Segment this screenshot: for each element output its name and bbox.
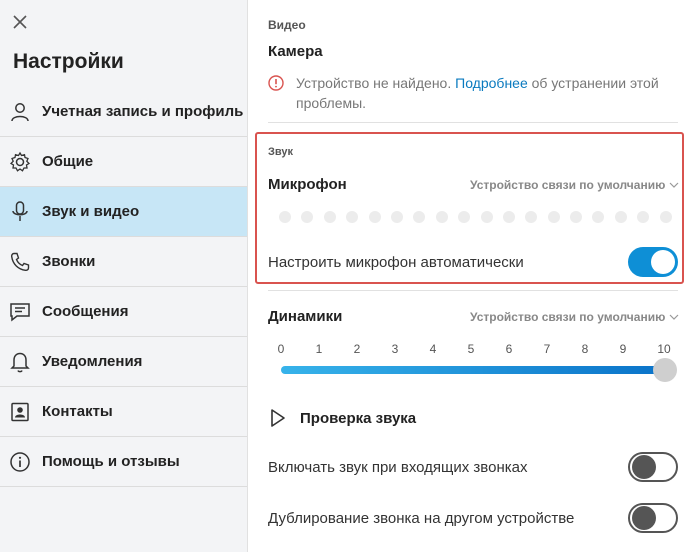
speakers-device-value: Устройство связи по умолчанию	[470, 310, 666, 324]
learn-more-link[interactable]: Подробнее	[455, 75, 528, 91]
contacts-icon	[9, 401, 31, 423]
volume-ticks: 0 1 2 3 4 5 6 7 8 9 10	[276, 342, 671, 358]
test-sound-label: Проверка звука	[300, 409, 417, 427]
sidebar-item-label: Сообщения	[42, 302, 129, 320]
settings-content: Видео Камера Устройство не найдено. Подр…	[248, 0, 696, 552]
volume-slider-thumb[interactable]	[653, 358, 677, 382]
level-dot	[301, 211, 314, 223]
tick-label: 1	[315, 342, 323, 356]
tick-label: 7	[543, 342, 551, 356]
sidebar-item-sound-video[interactable]: Звук и видео	[0, 187, 247, 237]
settings-nav: Учетная запись и профиль Общие Звук и ви…	[0, 87, 247, 487]
level-dot	[368, 211, 381, 223]
close-icon	[13, 15, 27, 29]
sidebar-item-label: Помощь и отзывы	[42, 452, 180, 470]
speakers-device-select[interactable]: Устройство связи по умолчанию	[470, 310, 679, 324]
close-button[interactable]	[10, 12, 30, 32]
phone-icon	[9, 251, 31, 273]
tick-label: 5	[467, 342, 475, 356]
divider	[268, 122, 678, 123]
toggle-knob	[632, 455, 656, 479]
warning-text: Устройство не найдено.	[296, 75, 452, 91]
microphone-label: Микрофон	[268, 176, 347, 193]
camera-label: Камера	[268, 43, 323, 60]
sound-section-label: Звук	[268, 146, 294, 158]
warning-icon	[268, 75, 284, 91]
sidebar-item-contacts[interactable]: Контакты	[0, 387, 247, 437]
level-dot	[525, 211, 538, 223]
sidebar-item-calls[interactable]: Звонки	[0, 237, 247, 287]
incoming-ring-label: Включать звук при входящих звонках	[268, 459, 528, 476]
level-dot	[592, 211, 605, 223]
level-dot	[659, 211, 672, 223]
level-dot	[323, 211, 336, 223]
level-dot	[413, 211, 426, 223]
volume-slider-track[interactable]	[281, 366, 665, 374]
divider	[268, 290, 678, 291]
video-section-label: Видео	[268, 18, 306, 32]
microphone-icon	[9, 200, 31, 223]
person-icon	[9, 101, 31, 123]
tick-label: 4	[429, 342, 437, 356]
level-dot	[346, 211, 359, 223]
level-dot	[614, 211, 627, 223]
microphone-level-meter	[279, 211, 682, 223]
bell-icon	[9, 351, 31, 373]
level-dot	[390, 211, 403, 223]
sidebar-item-account[interactable]: Учетная запись и профиль	[0, 87, 247, 137]
camera-warning: Устройство не найдено. Подробнее об устр…	[268, 73, 678, 113]
sidebar-item-label: Контакты	[42, 402, 113, 420]
level-dot	[547, 211, 560, 223]
sidebar-item-label: Общие	[42, 152, 94, 170]
chevron-down-icon	[669, 182, 679, 188]
tick-label: 3	[391, 342, 399, 356]
tick-label: 8	[581, 342, 589, 356]
level-dot	[480, 211, 493, 223]
sidebar-item-label: Уведомления	[42, 352, 143, 370]
sidebar-item-label: Учетная запись и профиль	[42, 102, 244, 120]
sidebar-item-label: Звук и видео	[42, 202, 140, 220]
level-dot	[637, 211, 650, 223]
tick-label: 0	[277, 342, 285, 356]
gear-icon	[9, 151, 31, 173]
message-icon	[9, 301, 31, 323]
auto-mic-toggle[interactable]	[628, 247, 678, 277]
level-dot	[570, 211, 583, 223]
microphone-device-select[interactable]: Устройство связи по умолчанию	[470, 178, 679, 192]
sidebar-item-help[interactable]: Помощь и отзывы	[0, 437, 247, 487]
settings-sidebar: Настройки Учетная запись и профиль Общие…	[0, 0, 248, 552]
tick-label: 2	[353, 342, 361, 356]
sidebar-item-notifications[interactable]: Уведомления	[0, 337, 247, 387]
tick-label: 6	[505, 342, 513, 356]
auto-mic-label: Настроить микрофон автоматически	[268, 254, 524, 271]
tick-label: 10	[657, 342, 671, 356]
tick-label: 9	[619, 342, 627, 356]
sidebar-item-messages[interactable]: Сообщения	[0, 287, 247, 337]
level-dot	[279, 211, 291, 223]
microphone-device-value: Устройство связи по умолчанию	[470, 178, 666, 192]
page-title: Настройки	[13, 50, 124, 73]
toggle-knob	[632, 506, 656, 530]
info-icon	[9, 451, 31, 473]
chevron-down-icon	[669, 314, 679, 320]
speakers-label: Динамики	[268, 308, 343, 325]
duplicate-ring-toggle[interactable]	[628, 503, 678, 533]
incoming-ring-toggle[interactable]	[628, 452, 678, 482]
sidebar-item-general[interactable]: Общие	[0, 137, 247, 187]
level-dot	[458, 211, 471, 223]
toggle-knob	[651, 250, 675, 274]
duplicate-ring-label: Дублирование звонка на другом устройстве	[268, 510, 575, 527]
play-icon	[271, 409, 285, 427]
sidebar-item-label: Звонки	[42, 252, 96, 270]
test-sound-button[interactable]: Проверка звука	[270, 408, 416, 428]
level-dot	[502, 211, 515, 223]
level-dot	[435, 211, 448, 223]
